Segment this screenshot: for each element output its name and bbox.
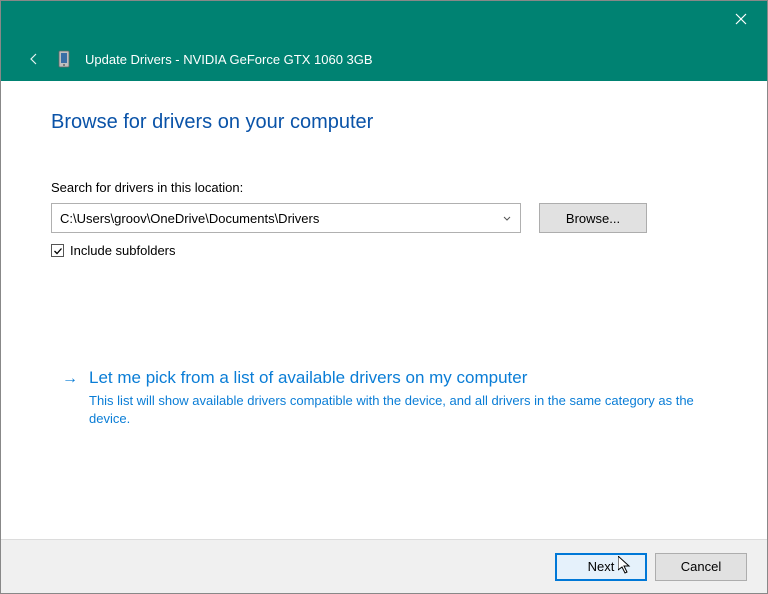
browse-button[interactable]: Browse... — [539, 203, 647, 233]
window-title: Update Drivers - NVIDIA GeForce GTX 1060… — [85, 52, 373, 67]
include-subfolders-checkbox[interactable] — [51, 244, 64, 257]
path-value: C:\Users\groov\OneDrive\Documents\Driver… — [60, 211, 502, 226]
header-bar: Update Drivers - NVIDIA GeForce GTX 1060… — [1, 37, 767, 81]
page-title: Browse for drivers on your computer — [51, 111, 717, 134]
close-icon — [735, 13, 747, 25]
close-button[interactable] — [719, 4, 763, 34]
path-combobox[interactable]: C:\Users\groov\OneDrive\Documents\Driver… — [51, 203, 521, 233]
device-icon — [57, 49, 71, 69]
search-location-label: Search for drivers in this location: — [51, 180, 717, 195]
cancel-button[interactable]: Cancel — [655, 553, 747, 581]
next-button[interactable]: Next — [555, 553, 647, 581]
titlebar — [1, 1, 767, 37]
pick-from-list-option[interactable]: → Let me pick from a list of available d… — [51, 368, 717, 428]
content-area: Browse for drivers on your computer Sear… — [1, 81, 767, 537]
chevron-down-icon — [502, 213, 512, 223]
footer-bar: Next Cancel — [1, 539, 767, 593]
back-button[interactable] — [25, 52, 43, 66]
check-icon — [53, 246, 63, 256]
option-description: This list will show available drivers co… — [89, 392, 697, 428]
include-subfolders-label: Include subfolders — [70, 243, 176, 258]
arrow-right-icon: → — [61, 370, 79, 428]
option-title: Let me pick from a list of available dri… — [89, 368, 697, 388]
back-arrow-icon — [27, 52, 41, 66]
